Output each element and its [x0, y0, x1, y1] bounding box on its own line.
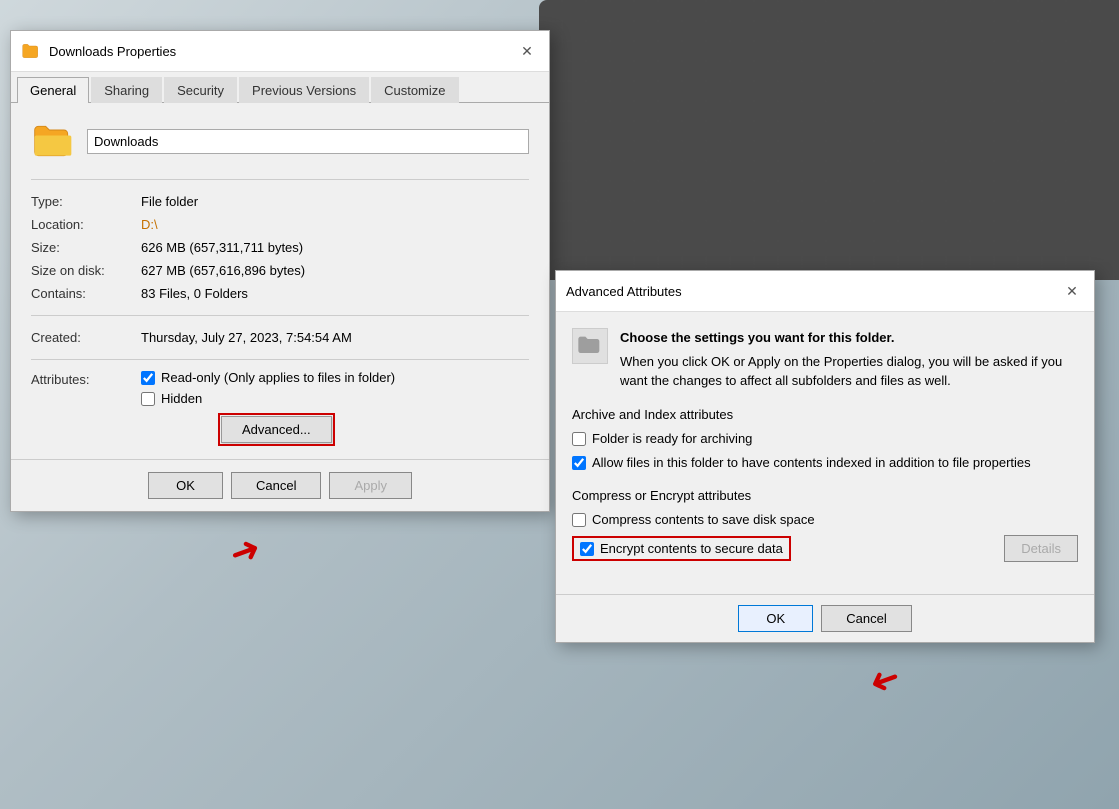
- advanced-dialog-title: Advanced Attributes: [566, 284, 1060, 299]
- encrypt-label: Encrypt contents to secure data: [600, 541, 783, 556]
- titlebar-folder-icon: [21, 41, 41, 61]
- encrypt-label-wrap: Encrypt contents to secure data: [572, 536, 791, 561]
- divider-1: [31, 179, 529, 180]
- size-disk-value: 627 MB (657,616,896 bytes): [141, 259, 529, 282]
- archive-label-1: Folder is ready for archiving: [592, 430, 752, 448]
- folder-icon-large: [31, 119, 75, 163]
- adv-ok-button[interactable]: OK: [738, 605, 813, 632]
- attributes-label: Attributes:: [31, 370, 141, 387]
- adv-desc-row: Choose the settings you want for this fo…: [572, 328, 1078, 391]
- adv-description: Choose the settings you want for this fo…: [620, 328, 1078, 391]
- attributes-controls: Read-only (Only applies to files in fold…: [141, 370, 529, 443]
- archive-check1-row: Folder is ready for archiving: [572, 430, 1078, 448]
- compress-section-header: Compress or Encrypt attributes: [572, 488, 1078, 503]
- prop-size-disk-row: Size on disk: 627 MB (657,616,896 bytes): [31, 259, 529, 282]
- prop-created-row: Created: Thursday, July 27, 2023, 7:54:5…: [31, 326, 529, 349]
- downloads-properties-dialog: Downloads Properties ✕ General Sharing S…: [10, 30, 550, 512]
- readonly-checkbox[interactable]: [141, 371, 155, 385]
- compress-label: Compress contents to save disk space: [592, 511, 815, 529]
- archive-check-group: Folder is ready for archiving Allow file…: [572, 430, 1078, 472]
- prop-type-row: Type: File folder: [31, 190, 529, 213]
- archive-checkbox-1[interactable]: [572, 432, 586, 446]
- details-button[interactable]: Details: [1004, 535, 1078, 562]
- desc-line1: Choose the settings you want for this fo…: [620, 330, 894, 345]
- prop-size-row: Size: 626 MB (657,311,711 bytes): [31, 236, 529, 259]
- location-value: D:\: [141, 213, 529, 236]
- hidden-label: Hidden: [161, 391, 202, 406]
- encrypt-row: Encrypt contents to secure data Details: [572, 535, 1078, 562]
- downloads-body: Type: File folder Location: D:\ Size: 62…: [11, 103, 549, 459]
- tab-general[interactable]: General: [17, 77, 89, 103]
- compress-check-row: Compress contents to save disk space: [572, 511, 1078, 529]
- compress-checkbox[interactable]: [572, 513, 586, 527]
- location-label: Location:: [31, 213, 141, 236]
- hidden-checkbox[interactable]: [141, 392, 155, 406]
- advanced-button[interactable]: Advanced...: [221, 416, 332, 443]
- contains-label: Contains:: [31, 282, 141, 305]
- readonly-check-row: Read-only (Only applies to files in fold…: [141, 370, 529, 385]
- cancel-button[interactable]: Cancel: [231, 472, 321, 499]
- advanced-close-button[interactable]: ✕: [1060, 279, 1084, 303]
- archive-checkbox-2[interactable]: [572, 456, 586, 470]
- size-value: 626 MB (657,311,711 bytes): [141, 236, 529, 259]
- attributes-row: Attributes: Read-only (Only applies to f…: [31, 370, 529, 443]
- created-value: Thursday, July 27, 2023, 7:54:54 AM: [141, 326, 529, 349]
- compress-check-group: Compress contents to save disk space Enc…: [572, 511, 1078, 562]
- ok-button[interactable]: OK: [148, 472, 223, 499]
- archive-section-header: Archive and Index attributes: [572, 407, 1078, 422]
- tab-security[interactable]: Security: [164, 77, 237, 103]
- divider-2: [31, 315, 529, 316]
- downloads-titlebar: Downloads Properties ✕: [11, 31, 549, 72]
- adv-cancel-button[interactable]: Cancel: [821, 605, 911, 632]
- desc-line2: When you click OK or Apply on the Proper…: [620, 352, 1078, 391]
- hidden-check-row: Hidden: [141, 391, 529, 406]
- tab-sharing[interactable]: Sharing: [91, 77, 162, 103]
- tab-previous-versions[interactable]: Previous Versions: [239, 77, 369, 103]
- size-disk-label: Size on disk:: [31, 259, 141, 282]
- keyboard-bg: [539, 0, 1119, 280]
- apply-button[interactable]: Apply: [329, 472, 412, 499]
- archive-label-2: Allow files in this folder to have conte…: [592, 454, 1031, 472]
- created-table: Created: Thursday, July 27, 2023, 7:54:5…: [31, 326, 529, 349]
- folder-name-row: [31, 119, 529, 163]
- type-value: File folder: [141, 190, 529, 213]
- archive-check2-row: Allow files in this folder to have conte…: [572, 454, 1078, 472]
- downloads-tabs: General Sharing Security Previous Versio…: [11, 72, 549, 103]
- properties-table: Type: File folder Location: D:\ Size: 62…: [31, 190, 529, 305]
- readonly-label: Read-only (Only applies to files in fold…: [161, 370, 395, 385]
- type-label: Type:: [31, 190, 141, 213]
- downloads-close-button[interactable]: ✕: [515, 39, 539, 63]
- advanced-attributes-dialog: Advanced Attributes ✕ Choose the setting…: [555, 270, 1095, 643]
- advanced-titlebar: Advanced Attributes ✕: [556, 271, 1094, 312]
- advanced-footer: OK Cancel: [556, 594, 1094, 642]
- advanced-body: Choose the settings you want for this fo…: [556, 312, 1094, 594]
- adv-folder-icon: [572, 328, 608, 364]
- folder-name-input[interactable]: [87, 129, 529, 154]
- size-label: Size:: [31, 236, 141, 259]
- downloads-footer: OK Cancel Apply: [11, 459, 549, 511]
- encrypt-checkbox[interactable]: [580, 542, 594, 556]
- created-label: Created:: [31, 326, 141, 349]
- prop-location-row: Location: D:\: [31, 213, 529, 236]
- divider-3: [31, 359, 529, 360]
- prop-contains-row: Contains: 83 Files, 0 Folders: [31, 282, 529, 305]
- contains-value: 83 Files, 0 Folders: [141, 282, 529, 305]
- tab-customize[interactable]: Customize: [371, 77, 458, 103]
- downloads-dialog-title: Downloads Properties: [49, 44, 515, 59]
